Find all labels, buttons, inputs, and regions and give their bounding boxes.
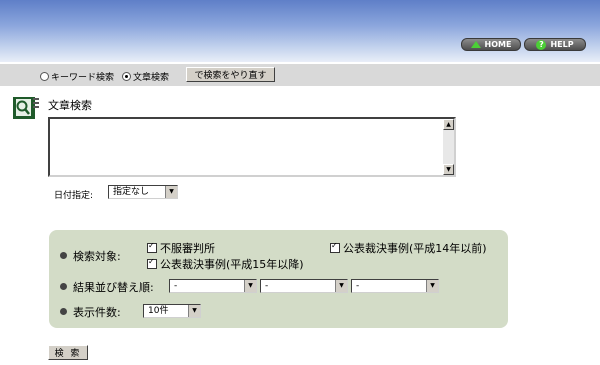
date-value: 指定なし bbox=[113, 187, 150, 197]
count-select[interactable]: 10件 ▼ bbox=[143, 304, 201, 318]
home-button[interactable]: HOME bbox=[461, 38, 521, 51]
count-value: 10件 bbox=[148, 306, 169, 316]
chevron-down-icon: ▼ bbox=[165, 186, 177, 198]
sort-select-1[interactable]: - ▼ bbox=[169, 279, 257, 293]
home-arrow-icon bbox=[470, 41, 481, 48]
sort-select-2[interactable]: - ▼ bbox=[260, 279, 348, 293]
bullet-icon bbox=[60, 283, 67, 290]
chevron-down-icon: ▼ bbox=[188, 305, 200, 317]
date-label: 日付指定: bbox=[54, 191, 94, 201]
target-label-2: 公表裁決事例(平成14年以前) bbox=[343, 242, 487, 255]
help-button[interactable]: ? HELP bbox=[524, 38, 586, 51]
target-label-3: 公表裁決事例(平成15年以降) bbox=[160, 258, 304, 271]
count-label: 表示件数: bbox=[73, 306, 121, 319]
search-text-input[interactable]: ▲ ▼ bbox=[48, 117, 456, 177]
sort-label: 結果並び替え順: bbox=[73, 281, 154, 294]
sort-value-3: - bbox=[356, 281, 360, 291]
target-option-3[interactable]: 公表裁決事例(平成15年以降) bbox=[147, 256, 304, 272]
help-label: HELP bbox=[550, 40, 574, 49]
text-search-option[interactable]: 文章検索 bbox=[122, 70, 169, 83]
keyword-radio[interactable] bbox=[40, 72, 49, 81]
keyword-label: キーワード検索 bbox=[51, 73, 115, 83]
target-label-1: 不服審判所 bbox=[160, 242, 215, 255]
home-label: HOME bbox=[484, 40, 512, 49]
document-search-icon bbox=[13, 97, 39, 119]
chevron-down-icon: ▼ bbox=[244, 280, 256, 292]
bullet-icon bbox=[60, 252, 67, 259]
target-checkbox-2[interactable] bbox=[330, 241, 340, 253]
textarea-scrollbar[interactable]: ▲ ▼ bbox=[443, 119, 454, 175]
question-icon: ? bbox=[536, 39, 547, 50]
text-radio[interactable] bbox=[122, 72, 131, 81]
sort-value-2: - bbox=[265, 281, 269, 291]
target-checkbox-3[interactable] bbox=[147, 257, 157, 269]
target-label: 検索対象: bbox=[73, 250, 121, 263]
search-button[interactable]: 検 索 bbox=[48, 345, 88, 360]
text-label: 文章検索 bbox=[133, 73, 170, 83]
chevron-down-icon: ▼ bbox=[426, 280, 438, 292]
date-select[interactable]: 指定なし ▼ bbox=[108, 185, 178, 199]
sort-select-3[interactable]: - ▼ bbox=[351, 279, 439, 293]
header-banner bbox=[0, 0, 600, 62]
bullet-icon bbox=[60, 308, 67, 315]
scroll-up-icon[interactable]: ▲ bbox=[443, 119, 454, 130]
page-title: 文章検索 bbox=[48, 99, 92, 112]
scroll-down-icon[interactable]: ▼ bbox=[443, 164, 454, 175]
reset-search-button[interactable]: で検索をやり直す bbox=[186, 67, 275, 82]
target-checkbox-1[interactable] bbox=[147, 241, 157, 253]
target-option-1[interactable]: 不服審判所 bbox=[147, 240, 215, 256]
keyword-search-option[interactable]: キーワード検索 bbox=[40, 70, 114, 83]
chevron-down-icon: ▼ bbox=[335, 280, 347, 292]
target-option-2[interactable]: 公表裁決事例(平成14年以前) bbox=[330, 240, 487, 256]
sort-value-1: - bbox=[174, 281, 178, 291]
